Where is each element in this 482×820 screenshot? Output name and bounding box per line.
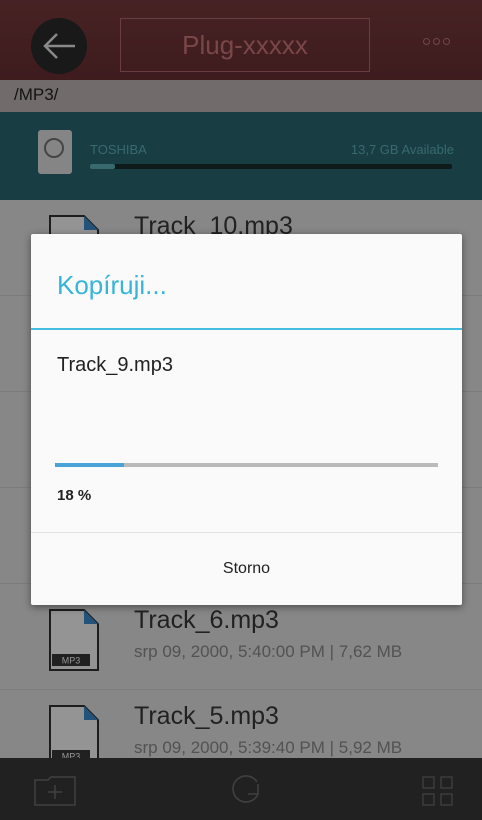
copying-filename: Track_9.mp3 (57, 354, 173, 376)
dialog-title-divider (31, 328, 462, 330)
cancel-button[interactable]: Storno (31, 533, 462, 605)
dialog-title: Kopíruji... (57, 270, 167, 300)
copy-progress-dialog: Kopíruji... Track_9.mp3 18 % Storno (31, 234, 462, 605)
copy-progress-bar (55, 463, 438, 467)
copy-progress-fill (55, 463, 124, 467)
progress-percent: 18 % (57, 487, 92, 504)
